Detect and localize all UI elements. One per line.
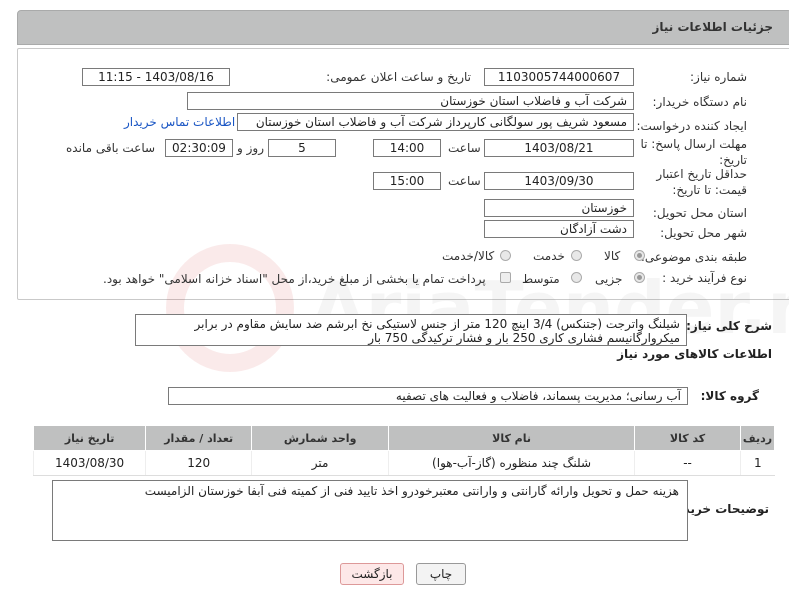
purchase-option-medium: متوسط [522, 272, 560, 286]
treasury-note: پرداخت تمام یا بخشی از مبلغ خرید،از محل … [103, 272, 486, 286]
city-field: دشت آزادگان [484, 220, 634, 238]
page-title: جزئیات اطلاعات نیاز [652, 20, 773, 34]
col-date: تاریخ نیاز [32, 425, 147, 451]
description-text: شیلنگ واترجت (جتنکس) 3/4 اینچ 120 متر از… [194, 317, 681, 345]
category-label: طبقه بندی موضوعی: [640, 250, 747, 264]
buyer-org-field: شرکت آب و فاضلاب استان خوزستان [187, 92, 634, 110]
purchase-type-label: نوع فرآیند خرید : [662, 271, 747, 285]
reply-deadline-label: مهلت ارسال پاسخ: تا تاریخ: [640, 137, 747, 167]
cell-date: 1403/08/30 [32, 450, 146, 476]
category-radio-service[interactable] [571, 250, 582, 261]
reply-date-field: 1403/08/21 [484, 139, 634, 157]
purchase-radio-minor[interactable] [634, 272, 645, 283]
reply-days-label: روز و [237, 141, 264, 155]
col-code: کد کالا [634, 425, 742, 451]
category-option-goods-service: کالا/خدمت [442, 249, 495, 263]
buyer-notes-text: هزینه حمل و تحویل وارائه گارانتی و واران… [144, 484, 679, 498]
table-row: 1 -- شلنگ چند منظوره (گاز-آب-هوا) متر 12… [32, 450, 775, 476]
buyer-contact-link[interactable]: اطلاعات تماس خریدار [124, 115, 235, 129]
category-option-goods: کالا [604, 249, 621, 263]
requester-field: مسعود شریف پور سولگانی کارپرداز شرکت آب … [237, 113, 634, 131]
category-radio-goods[interactable] [634, 250, 645, 261]
buyer-notes-textarea[interactable]: هزینه حمل و تحویل وارائه گارانتی و واران… [52, 480, 688, 541]
cell-row: 1 [740, 450, 775, 476]
announce-datetime-field: 1403/08/16 - 11:15 [82, 68, 230, 86]
goods-section-title: اطلاعات کالاهای مورد نیاز [617, 347, 772, 361]
col-row: ردیف [740, 425, 775, 451]
price-validity-time-label: ساعت [448, 174, 481, 188]
col-qty: تعداد / مقدار [145, 425, 253, 451]
purchase-radio-medium[interactable] [571, 272, 582, 283]
price-validity-label: حداقل تاریخ اعتبار قیمت: تا تاریخ: [656, 167, 747, 197]
category-radio-goods-service[interactable] [500, 250, 511, 261]
price-validity-time-field: 15:00 [373, 172, 441, 190]
goods-table-header: ردیف کد کالا نام کالا واحد شمارش تعداد /… [32, 425, 775, 451]
cell-unit: متر [251, 450, 389, 476]
goods-table: ردیف کد کالا نام کالا واحد شمارش تعداد /… [32, 425, 775, 476]
cell-qty: 120 [145, 450, 252, 476]
province-label: استان محل تحویل: [652, 206, 747, 220]
col-name: نام کالا [388, 425, 636, 451]
goods-group-field: آب رسانی؛ مدیریت پسماند، فاضلاب و فعالیت… [168, 387, 688, 405]
cell-name: شلنگ چند منظوره (گاز-آب-هوا) [388, 450, 635, 476]
goods-group-label: گروه کالا: [700, 389, 759, 403]
reply-time-label: ساعت [448, 141, 481, 155]
treasury-checkbox[interactable] [500, 272, 511, 283]
remaining-time-label: ساعت باقی مانده [66, 141, 156, 155]
buyer-org-label: نام دستگاه خریدار: [652, 95, 748, 109]
need-number-label: شماره نیاز: [690, 70, 747, 84]
back-button[interactable]: بازگشت [340, 563, 404, 585]
page-header: جزئیات اطلاعات نیاز [17, 10, 789, 45]
reply-days-field: 5 [268, 139, 336, 157]
print-button[interactable]: چاپ [416, 563, 466, 585]
city-label: شهر محل تحویل: [660, 226, 747, 240]
category-option-service: خدمت [533, 249, 565, 263]
description-label: شرح کلی نیاز: [686, 319, 772, 333]
reply-time-field: 14:00 [373, 139, 441, 157]
price-validity-date-field: 1403/09/30 [484, 172, 634, 190]
description-textarea[interactable]: شیلنگ واترجت (جتنکس) 3/4 اینچ 120 متر از… [135, 314, 687, 346]
announce-datetime-label: تاریخ و ساعت اعلان عمومی: [326, 70, 471, 84]
purchase-option-minor: جزیی [595, 272, 623, 286]
cell-code: -- [634, 450, 741, 476]
remaining-time-field: 02:30:09 [165, 139, 233, 157]
need-number-field: 1103005744000607 [484, 68, 634, 86]
col-unit: واحد شمارش [251, 425, 390, 451]
province-field: خوزستان [484, 199, 634, 217]
requester-label: ایجاد کننده درخواست: [636, 119, 747, 133]
